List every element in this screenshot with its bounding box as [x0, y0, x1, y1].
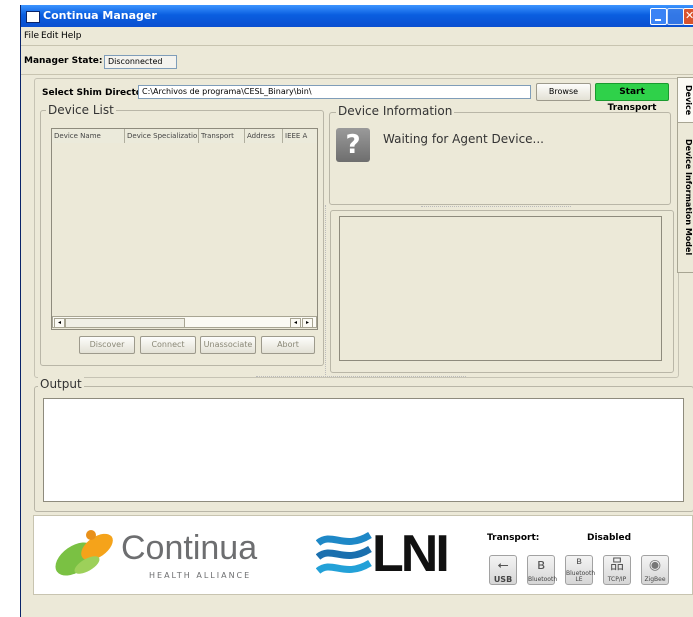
manager-state-value: Disconnected — [104, 55, 177, 69]
abort-button[interactable]: Abort — [261, 336, 315, 354]
lni-logo: LNI — [315, 525, 486, 585]
column-header-address[interactable]: Address — [245, 129, 283, 143]
device-table[interactable]: Device Name Device Specializatio Transpo… — [51, 128, 318, 330]
start-transport-button[interactable]: Start Transport — [595, 83, 669, 113]
scroll-left-end-icon[interactable]: ◂ — [290, 318, 301, 328]
menu-edit[interactable]: Edit — [41, 31, 58, 41]
app-icon — [26, 11, 40, 23]
close-button[interactable] — [683, 8, 693, 25]
shim-directory-input[interactable]: C:\Archivos de programa\CESL_Binary\bin\ — [138, 85, 531, 99]
menu-bar: File Edit Help — [21, 29, 693, 43]
discover-button[interactable]: Discover — [79, 336, 135, 354]
browse-button[interactable]: Browse — [536, 83, 591, 101]
unassociate-button[interactable]: Unassociate — [200, 336, 256, 354]
menu-help[interactable]: Help — [61, 31, 82, 41]
continua-wordmark: Continua — [121, 529, 258, 567]
column-header-device-specialization[interactable]: Device Specializatio — [125, 129, 199, 143]
waiting-message: Waiting for Agent Device... — [383, 132, 544, 146]
tab-device-information-model[interactable]: Device Information Model — [677, 122, 693, 273]
question-icon: ? — [336, 128, 370, 162]
bluetooth-icon: ʙ Bluetooth — [527, 555, 558, 585]
vertical-splitter[interactable] — [325, 205, 329, 375]
scroll-left-icon[interactable]: ◂ — [54, 318, 65, 328]
column-header-ieee-address[interactable]: IEEE A — [283, 129, 317, 143]
menu-divider — [21, 45, 693, 46]
transport-label: Transport: — [487, 533, 540, 543]
usb-icon: ⭠ USB — [489, 555, 517, 585]
device-information-panel — [329, 112, 671, 205]
zigbee-icon: ◉ ZigBee — [641, 555, 669, 585]
menu-file[interactable]: File — [24, 31, 39, 41]
scroll-thumb[interactable] — [65, 318, 185, 328]
title-bar[interactable]: Continua Manager — [21, 5, 693, 27]
bluetooth-le-icon: ʙ Bluetooth LE — [565, 555, 596, 585]
tcpip-icon: 品 TCP/IP — [603, 555, 631, 585]
device-information-legend: Device Information — [336, 104, 455, 118]
device-detail-area — [339, 216, 662, 361]
state-divider — [21, 74, 693, 75]
transport-status: Disabled — [587, 533, 632, 543]
minimize-button[interactable] — [650, 8, 667, 25]
output-textarea[interactable] — [43, 398, 684, 502]
column-header-transport[interactable]: Transport — [199, 129, 245, 143]
output-legend: Output — [38, 377, 84, 391]
manager-state-label: Manager State: — [24, 56, 103, 66]
splitter-handle[interactable] — [421, 206, 571, 209]
maximize-button[interactable] — [667, 8, 684, 25]
scroll-right-icon[interactable]: ▸ — [302, 318, 313, 328]
tab-device[interactable]: Device — [677, 77, 693, 124]
continua-tagline: HEALTH ALLIANCE — [149, 571, 252, 580]
horizontal-scrollbar[interactable]: ◂ ◂ ▸ — [52, 316, 317, 328]
column-header-device-name[interactable]: Device Name — [52, 129, 125, 143]
window-title: Continua Manager — [43, 9, 157, 22]
lni-wordmark: LNI — [372, 525, 450, 583]
connect-button[interactable]: Connect — [140, 336, 196, 354]
device-list-legend: Device List — [46, 103, 116, 117]
app-window: Continua Manager File Edit Help Manager … — [20, 5, 693, 617]
output-splitter-handle[interactable] — [256, 376, 466, 379]
continua-logo: Continua HEALTH ALLIANCE — [51, 527, 311, 583]
